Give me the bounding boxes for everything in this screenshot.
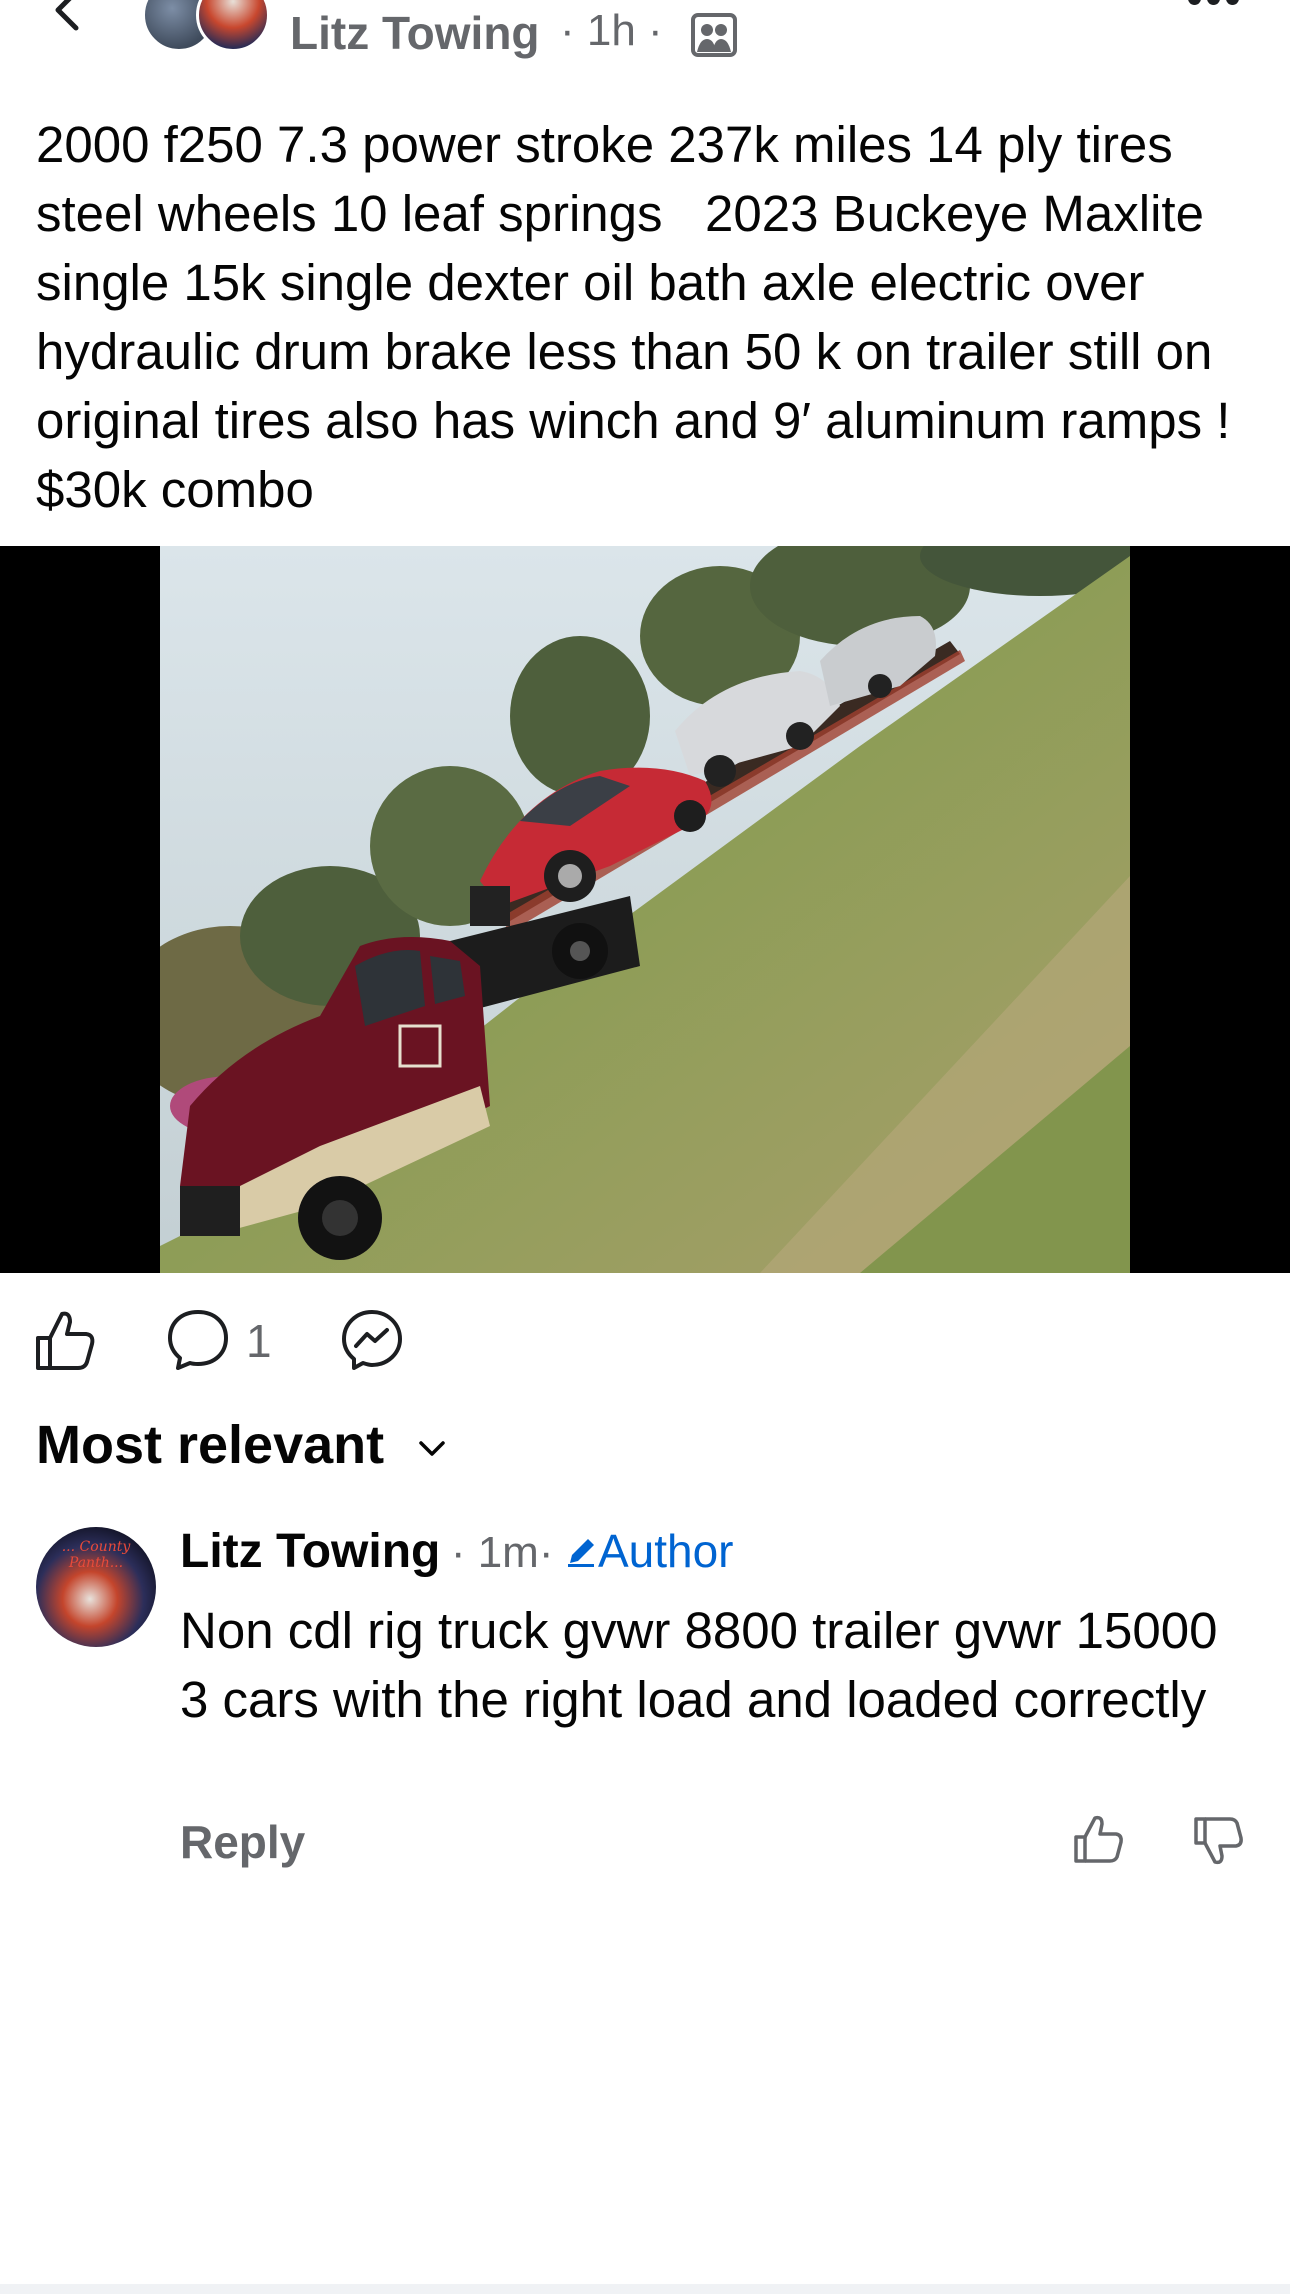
comment-author-avatar[interactable]: ... County Panth...	[36, 1527, 156, 1647]
comment-count: 1	[246, 1315, 272, 1367]
comment-upvote-button[interactable]	[1072, 1813, 1126, 1867]
back-button[interactable]	[44, 0, 94, 38]
chevron-left-icon	[55, 0, 79, 31]
thumbs-up-icon	[36, 1311, 95, 1370]
reply-button[interactable]: Reply	[180, 1815, 305, 1869]
pencil-icon	[567, 1539, 594, 1567]
author-badge-label: Author	[597, 1525, 734, 1577]
profile-avatar	[196, 0, 270, 52]
comment-text: Non cdl rig truck gvwr 8800 trailer gvwr…	[180, 1602, 1218, 1728]
thumbs-down-outline-icon	[1194, 1817, 1243, 1865]
chevron-down-icon	[419, 1440, 445, 1456]
author-avatar[interactable]	[142, 0, 274, 52]
truck-trailer-photo	[160, 546, 1130, 1273]
comment-downvote-button[interactable]	[1192, 1813, 1246, 1867]
bottom-divider	[0, 2284, 1290, 2294]
comment-time: · 1m·	[450, 1528, 554, 1577]
like-button[interactable]	[34, 1308, 98, 1374]
author-badge: Author	[564, 1525, 734, 1577]
thumbs-up-outline-icon	[1074, 1815, 1123, 1863]
comment-header: Litz Towing · 1m· Author	[180, 1524, 733, 1588]
more-options-button[interactable]	[1188, 0, 1250, 22]
comment-author-name[interactable]: Litz Towing	[180, 1525, 440, 1578]
post-actions-bar: 1	[0, 1300, 1290, 1380]
comment-bubble-icon	[168, 1310, 228, 1370]
sort-label: Most relevant	[36, 1415, 385, 1475]
post-photo-frame[interactable]	[0, 546, 1290, 1273]
post-photo[interactable]	[160, 546, 1130, 1273]
avatar-caption: ... County Panth...	[61, 1539, 131, 1571]
comment-button[interactable]: 1	[166, 1308, 276, 1374]
post-header: Litz Towing · 1h ·	[0, 0, 1290, 70]
more-dot	[1207, 0, 1220, 5]
more-horizontal-icon	[1188, 0, 1201, 5]
post-detail-page: Litz Towing · 1h · 2000 f250 7.3 power s…	[0, 0, 1290, 2294]
more-dot	[1226, 0, 1239, 5]
comment-sort-dropdown[interactable]: Most relevant	[36, 1414, 447, 1484]
post-time: · 1h ·	[560, 6, 663, 55]
post-body: 2000 f250 7.3 power stroke 237k miles 14…	[36, 116, 1245, 518]
group-privacy-icon	[690, 12, 738, 58]
send-messenger-button[interactable]	[340, 1308, 404, 1374]
messenger-icon	[342, 1310, 402, 1370]
post-author-name[interactable]: Litz Towing	[290, 6, 540, 60]
